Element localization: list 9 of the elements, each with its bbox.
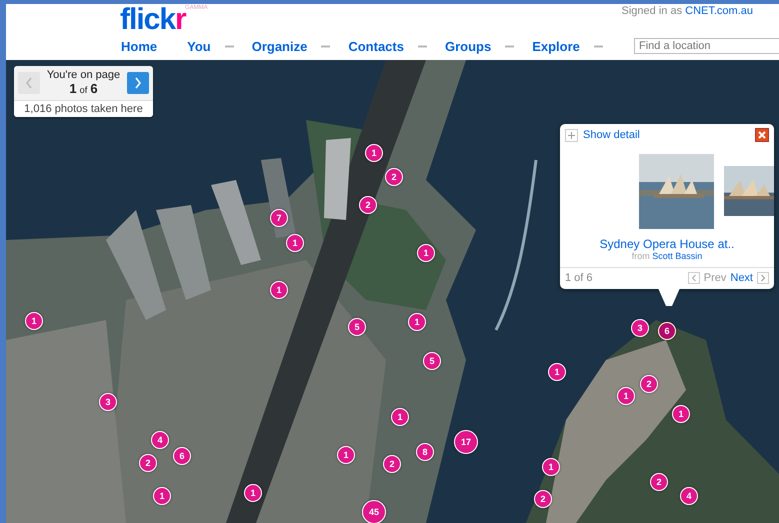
nav-link[interactable]: Organize: [252, 39, 308, 54]
nav-link[interactable]: Explore: [532, 39, 580, 54]
signed-in-label: Signed in as: [622, 5, 682, 17]
location-search-field[interactable]: Find a location: [634, 38, 779, 54]
user-link[interactable]: CNET.com.au: [685, 5, 753, 17]
nav-link[interactable]: You: [187, 39, 211, 54]
nav-link[interactable]: Groups: [444, 39, 492, 54]
nav-link[interactable]: Contacts: [348, 39, 404, 54]
nav-link[interactable]: Home: [121, 39, 158, 54]
